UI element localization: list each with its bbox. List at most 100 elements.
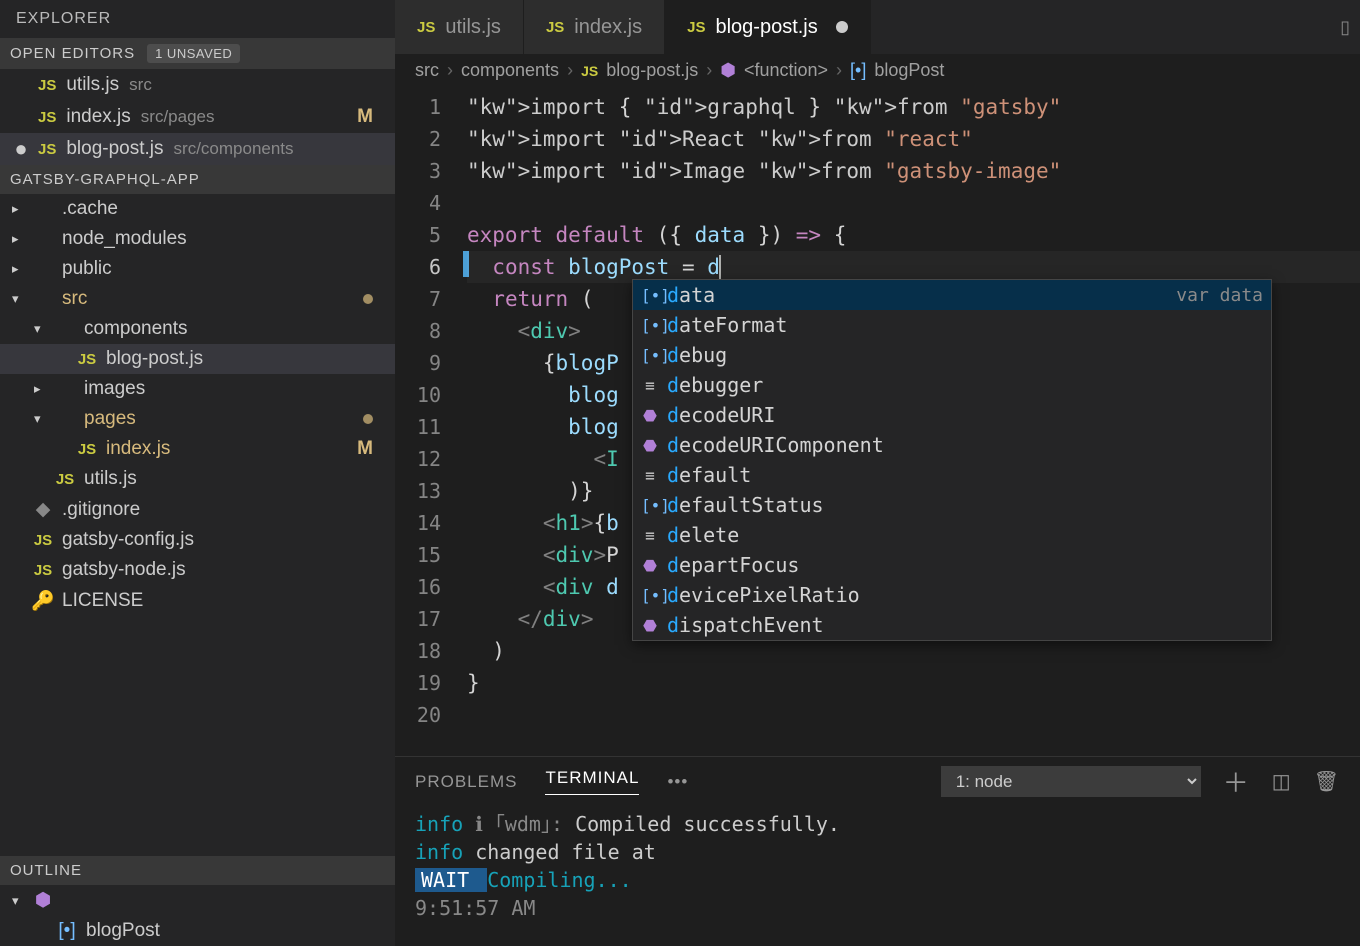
tree-item-label: components [84,318,188,340]
code-line[interactable]: "kw">import "id">React "kw">from "react" [467,123,1360,155]
panel-tab-problems[interactable]: PROBLEMS [415,772,517,792]
code-content[interactable]: "kw">import { "id">graphql } "kw">from "… [467,87,1360,756]
tree-item[interactable]: JS index.js M [0,434,395,464]
line-number[interactable]: 16 [395,571,467,603]
open-editors-header[interactable]: OPEN EDITORS 1 UNSAVED [0,38,395,69]
line-number-gutter[interactable]: 1234567891011121314151617181920 [395,87,467,756]
trash-icon[interactable]: 🗑 [1314,769,1340,794]
tree-item[interactable]: ▾ pages [0,404,395,434]
tree-item[interactable]: ▸ images [0,374,395,404]
breadcrumb-components[interactable]: components [461,60,559,81]
suggestion-item[interactable]: [•]devicePixelRatio [633,580,1271,610]
line-number[interactable]: 12 [395,443,467,475]
unsaved-dot-icon[interactable]: ● [14,144,28,154]
line-number[interactable]: 14 [395,507,467,539]
js-icon: JS [417,19,435,36]
chevron-down-icon[interactable]: ▾ [34,411,46,427]
tree-item[interactable]: ▸ public [0,254,395,284]
tree-item[interactable]: JS blog-post.js [0,344,395,374]
line-number[interactable]: 8 [395,315,467,347]
js-icon: JS [581,63,598,79]
tree-item[interactable]: 🔑 LICENSE [0,585,395,617]
suggestion-item[interactable]: ⬣decodeURI [633,400,1271,430]
panel-tab-terminal[interactable]: TERMINAL [545,768,639,795]
suggestion-item[interactable]: ⬣decodeURIComponent [633,430,1271,460]
breadcrumbs[interactable]: src › components › JS blog-post.js › ⬢ <… [395,54,1360,87]
line-number[interactable]: 7 [395,283,467,315]
line-number[interactable]: 15 [395,539,467,571]
editor-tab[interactable]: JS blog-post.js [665,0,871,54]
suggestion-item[interactable]: ⬣departFocus [633,550,1271,580]
chevron-down-icon[interactable]: ▾ [12,893,24,909]
code-line[interactable] [467,187,1360,219]
new-terminal-icon[interactable]: ＋ [1223,763,1250,800]
tree-item[interactable]: ▸ .cache [0,194,395,224]
suggestion-item[interactable]: [•]debug [633,340,1271,370]
code-line[interactable]: } [467,667,1360,699]
panel-more-icon[interactable]: ••• [667,772,688,792]
chevron-right-icon[interactable]: ▸ [12,201,24,217]
tree-item[interactable]: ▾ src [0,284,395,314]
tree-item[interactable]: JS gatsby-node.js [0,555,395,585]
tree-item[interactable]: ◆ .gitignore [0,494,395,525]
code-editor[interactable]: 1234567891011121314151617181920 "kw">imp… [395,87,1360,756]
intellisense-popup[interactable]: [•]datavar data[•]dateFormat[•]debug≡deb… [632,279,1272,641]
line-number[interactable]: 20 [395,699,467,731]
line-number[interactable]: 10 [395,379,467,411]
code-line[interactable]: export default ({ data }) => { [467,219,1360,251]
code-line[interactable]: "kw">import { "id">graphql } "kw">from "… [467,91,1360,123]
line-number[interactable]: 5 [395,219,467,251]
tree-item[interactable]: ▾ components [0,314,395,344]
code-line[interactable] [467,699,1360,731]
tree-item-label: blog-post.js [106,348,203,370]
suggestion-item[interactable]: ⬣dispatchEvent [633,610,1271,640]
line-number[interactable]: 19 [395,667,467,699]
suggestion-item[interactable]: ≡delete [633,520,1271,550]
tree-item[interactable]: JS gatsby-config.js [0,525,395,555]
terminal-output[interactable]: info ℹ ｢wdm｣: Compiled successfully. inf… [395,800,1360,932]
breadcrumb-file[interactable]: blog-post.js [606,60,698,81]
tree-item[interactable]: JS utils.js [0,464,395,494]
suggestion-item[interactable]: [•]defaultStatus [633,490,1271,520]
code-line[interactable]: "kw">import "id">Image "kw">from "gatsby… [467,155,1360,187]
terminal-selector[interactable]: 1: node [941,766,1201,797]
tree-item-label: .cache [62,198,118,220]
breadcrumb-src[interactable]: src [415,60,439,81]
editor-tab[interactable]: JS index.js [524,0,665,54]
chevron-right-icon[interactable]: ▸ [12,261,24,277]
line-number[interactable]: 17 [395,603,467,635]
split-editor-icon[interactable]: ▯ [1340,17,1350,38]
open-editor-item[interactable]: JS index.js src/pages M [0,101,395,133]
split-terminal-icon[interactable]: ◫ [1272,769,1292,794]
suggestion-item[interactable]: ≡debugger [633,370,1271,400]
outline-item[interactable]: [•] blogPost [0,916,395,946]
editor-tab[interactable]: JS utils.js [395,0,524,54]
outline-item[interactable]: ▾ ⬢ [0,885,395,916]
line-number[interactable]: 1 [395,91,467,123]
chevron-down-icon[interactable]: ▾ [12,291,24,307]
breadcrumb-symbol[interactable]: blogPost [874,60,944,81]
suggestion-item[interactable]: ≡default [633,460,1271,490]
line-number[interactable]: 4 [395,187,467,219]
workspace-root-header[interactable]: GATSBY-GRAPHQL-APP [0,165,395,194]
line-number[interactable]: 6 [395,251,467,283]
line-number[interactable]: 3 [395,155,467,187]
suggestion-item[interactable]: [•]datavar data [633,280,1271,310]
variable-icon: [•] [641,316,659,335]
line-number[interactable]: 11 [395,411,467,443]
chevron-right-icon[interactable]: ▸ [12,231,24,247]
chevron-right-icon[interactable]: ▸ [34,381,46,397]
tree-item[interactable]: ▸ node_modules [0,224,395,254]
outline-header[interactable]: OUTLINE [0,856,395,885]
breadcrumb-function[interactable]: <function> [744,60,828,81]
suggestion-item[interactable]: [•]dateFormat [633,310,1271,340]
line-number[interactable]: 13 [395,475,467,507]
open-editor-item[interactable]: ● JS blog-post.js src/components [0,133,395,165]
line-number[interactable]: 9 [395,347,467,379]
open-editor-item[interactable]: JS utils.js src [0,69,395,101]
line-number[interactable]: 18 [395,635,467,667]
tree-item-label: .gitignore [62,499,140,521]
line-number[interactable]: 2 [395,123,467,155]
js-icon: JS [546,19,564,36]
chevron-down-icon[interactable]: ▾ [34,321,46,337]
